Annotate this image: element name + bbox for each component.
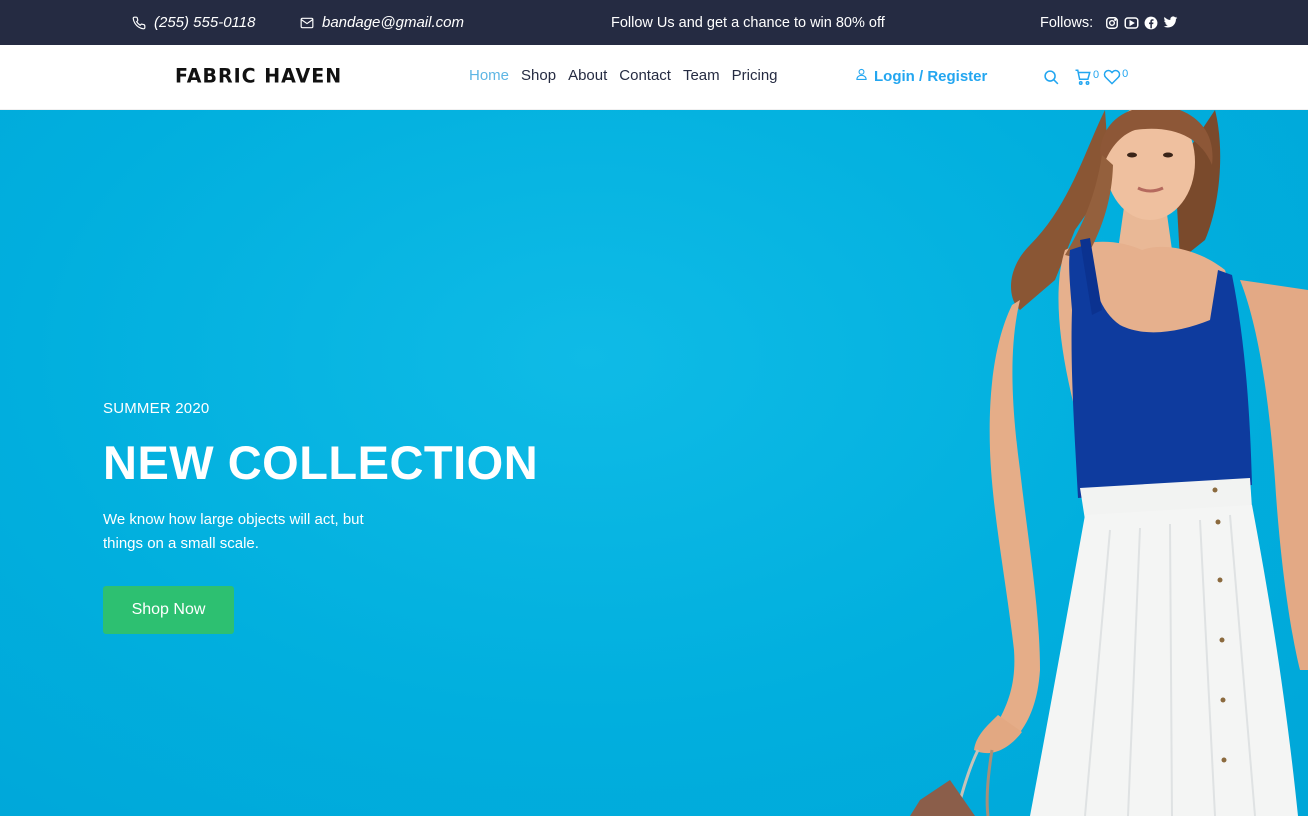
nav-link-home[interactable]: Home xyxy=(469,67,509,84)
youtube-icon[interactable] xyxy=(1124,16,1139,30)
instagram-icon[interactable] xyxy=(1105,16,1119,30)
phone-icon xyxy=(132,16,146,30)
nav-icons: 0 0 xyxy=(1043,63,1128,91)
follows-section: Follows: xyxy=(1040,0,1178,45)
wishlist-count: 0 xyxy=(1122,68,1129,80)
hero-content: SUMMER 2020 NEW COLLECTION We know how l… xyxy=(103,400,538,634)
phone-contact[interactable]: (255) 555-0118 xyxy=(132,0,255,45)
promo-text: Follow Us and get a chance to win 80% of… xyxy=(611,14,885,31)
main-navbar: FABRIC HAVEN Home Shop About Contact Tea… xyxy=(0,45,1308,110)
brand-logo[interactable]: FABRIC HAVEN xyxy=(175,64,342,87)
twitter-icon[interactable] xyxy=(1163,16,1178,29)
nav-link-about[interactable]: About xyxy=(568,67,607,84)
main-menu: Home Shop About Contact Team Pricing xyxy=(469,67,778,84)
cart-count: 0 xyxy=(1093,68,1100,81)
search-icon[interactable] xyxy=(1043,69,1060,86)
hero-description: We know how large objects will act, but … xyxy=(103,511,364,552)
nav-link-team[interactable]: Team xyxy=(683,67,720,84)
social-links xyxy=(1105,16,1178,30)
hero-banner: SUMMER 2020 NEW COLLECTION We know how l… xyxy=(0,110,1308,816)
cart-button[interactable]: 0 xyxy=(1074,68,1099,91)
hero-model-image xyxy=(910,110,1308,816)
hero-eyebrow: SUMMER 2020 xyxy=(103,400,210,417)
mail-icon xyxy=(300,17,314,29)
heart-icon xyxy=(1103,68,1121,90)
email-address: bandage@gmail.com xyxy=(322,14,464,31)
nav-link-shop[interactable]: Shop xyxy=(521,67,556,84)
cart-icon xyxy=(1074,68,1092,91)
phone-number: (255) 555-0118 xyxy=(154,14,256,31)
follows-label: Follows: xyxy=(1040,14,1094,31)
user-icon xyxy=(855,67,868,85)
nav-link-pricing[interactable]: Pricing xyxy=(732,67,778,84)
nav-link-contact[interactable]: Contact xyxy=(619,67,671,84)
facebook-icon[interactable] xyxy=(1144,16,1158,30)
wishlist-button[interactable]: 0 xyxy=(1103,68,1128,90)
top-bar: (255) 555-0118 bandage@gmail.com Follow … xyxy=(0,0,1308,45)
shop-now-button[interactable]: Shop Now xyxy=(103,586,234,634)
hero-headline: NEW COLLECTION xyxy=(103,436,539,489)
login-register-link[interactable]: Login / Register xyxy=(855,67,987,85)
email-contact[interactable]: bandage@gmail.com xyxy=(300,0,464,45)
login-label: Login / Register xyxy=(874,67,988,85)
